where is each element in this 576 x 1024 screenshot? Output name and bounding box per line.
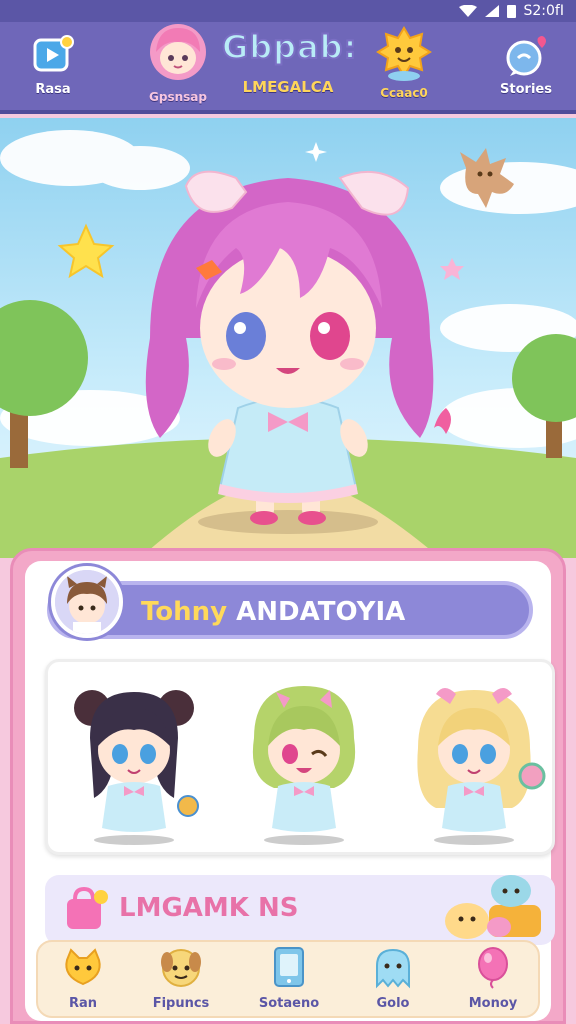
selected-avatar[interactable] [51,566,123,638]
nav-label: Rasa [35,82,71,97]
balloon-icon [478,947,508,989]
bottom-navigation: Ran Fipuncs Sotaeno Golo Monoy [36,940,540,1018]
bottom-nav-fipuncs[interactable]: Fipuncs [136,946,226,1011]
scene-illustration [0,130,576,558]
green-hair-chibi-icon [252,686,356,845]
banner-label: LMGAMK NS [119,893,299,923]
chat-heart-icon [504,34,548,78]
character-card[interactable] [54,668,214,848]
play-video-icon [31,34,75,78]
nav-item-stories[interactable]: Stories [494,34,558,97]
dark-hair-chibi-icon [74,690,199,845]
character-selection-row [45,659,555,855]
cat-face-icon [65,948,101,986]
nav-label: LMEGALCA [242,78,334,96]
avatar-portrait-icon [144,22,212,86]
nav-label: Ccaac0 [380,86,428,100]
game-scene [0,118,576,558]
nav-label: Stories [500,82,552,97]
name-prefix: Tohny [141,597,228,627]
sun-mascot-icon [376,24,432,82]
status-bar: S2:0fI [0,0,576,22]
nav-item-ccaac0[interactable]: Ccaac0 [366,24,442,101]
bottom-nav-sotaeno[interactable]: Sotaeno [244,946,334,1011]
bottom-nav-ran[interactable]: Ran [38,946,128,1011]
gift-bag-icon [67,886,108,929]
character-name: Tohny ANDATOYIA [141,597,405,627]
wifi-icon [458,5,477,17]
game-title: Gbpab: [221,27,358,67]
feature-banner[interactable]: LMGAMK NS [45,875,555,945]
bottom-nav-monoy[interactable]: Monoy [448,946,538,1011]
top-navigation: Rasa Gpsnsap Gbpab: LMEGALCA Ccaac0 Stor… [0,22,576,114]
mascot-group-icon [445,875,541,939]
nav-item-rasa[interactable]: Rasa [22,34,84,97]
battery-icon [506,4,516,18]
status-time: S2:0fI [523,3,564,19]
phone-card-icon [274,947,304,987]
bottom-nav-label: Fipuncs [152,996,210,1011]
blonde-hair-chibi-icon [417,688,546,845]
nav-label: Gpsnsap [149,90,207,104]
puppy-icon [161,949,201,987]
nav-item-lmegalca[interactable]: LMEGALCA [232,78,344,96]
signal-icon [484,5,499,17]
bottom-nav-label: Golo [376,996,410,1011]
bottom-nav-golo[interactable]: Golo [348,946,438,1011]
bottom-nav-label: Monoy [468,996,518,1011]
ghost-icon [376,948,410,989]
avatar-face-icon [55,570,119,634]
character-card[interactable] [394,668,554,848]
nav-item-gpsnsap[interactable]: Gpsnsap [136,22,220,105]
bottom-nav-label: Sotaeno [258,996,320,1011]
star-decoration [57,223,115,279]
character-card[interactable] [224,668,384,848]
name-rest: ANDATOYIA [227,597,406,627]
bottom-nav-label: Ran [68,996,98,1011]
